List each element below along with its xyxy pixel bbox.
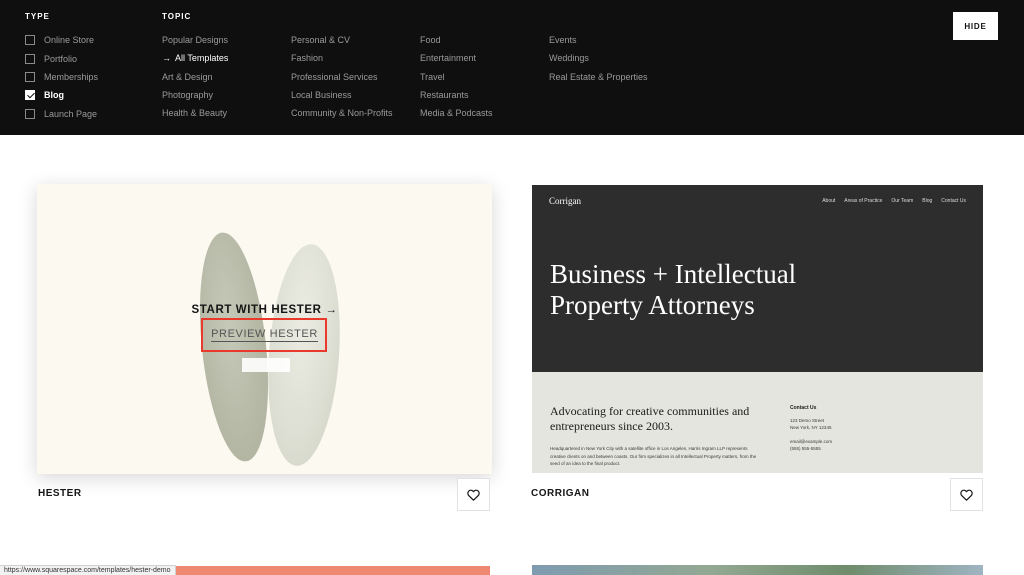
preview-hester-link[interactable]: PREVIEW HESTER	[37, 328, 492, 342]
heart-outline-icon	[467, 489, 480, 501]
type-filter-label: Memberships	[44, 71, 99, 82]
contact-title: Contact Us	[790, 405, 817, 411]
checkmark-icon[interactable]	[25, 90, 35, 101]
topic-heading: TOPIC	[162, 12, 192, 21]
hester-favorite-button[interactable]	[457, 478, 490, 511]
type-filter-online-store[interactable]: Online Store	[25, 31, 98, 49]
type-heading: TYPE	[25, 12, 50, 21]
type-filter-blog[interactable]: Blog	[25, 86, 98, 104]
topic-food[interactable]: Food	[420, 31, 493, 49]
topic-popular-designs[interactable]: Popular Designs	[162, 31, 228, 49]
topic-column-1: Popular Designs → All Templates Art & De…	[162, 31, 228, 122]
topic-travel[interactable]: Travel	[420, 68, 493, 86]
topic-label: All Templates	[175, 53, 229, 64]
type-filter-label: Online Store	[44, 35, 95, 46]
topic-restaurants[interactable]: Restaurants	[420, 86, 493, 104]
topic-events[interactable]: Events	[549, 31, 648, 49]
topic-real-estate-properties[interactable]: Real Estate & Properties	[549, 68, 648, 86]
checkbox[interactable]	[25, 53, 35, 64]
checkbox[interactable]	[25, 71, 35, 82]
arrow-right-icon: →	[162, 53, 171, 64]
topic-photography[interactable]: Photography	[162, 86, 228, 104]
topic-art-design[interactable]: Art & Design	[162, 68, 228, 86]
browser-status-bar: https://www.squarespace.com/templates/he…	[0, 565, 176, 575]
nav-item: Areas of Practice	[844, 198, 883, 204]
topic-personal-cv[interactable]: Personal & CV	[291, 31, 393, 49]
nav-item: Blog	[922, 198, 933, 204]
type-filter-portfolio[interactable]: Portfolio	[25, 49, 98, 67]
type-filter-label: Blog	[44, 90, 64, 101]
hester-template-thumbnail[interactable]: START WITH HESTER → PREVIEW HESTER	[37, 184, 492, 474]
checkbox[interactable]	[25, 35, 35, 46]
template-filter-bar: TYPE TOPIC Online Store Portfolio Member…	[0, 0, 1024, 135]
corrigan-nav: About Areas of Practice Our Team Blog Co…	[822, 198, 966, 204]
hide-filters-button[interactable]: HIDE	[953, 12, 998, 40]
topic-all-templates[interactable]: → All Templates	[162, 49, 228, 67]
corrigan-brand: Corrigan	[549, 196, 581, 206]
corrigan-template-thumbnail[interactable]: Corrigan About Areas of Practice Our Tea…	[532, 185, 983, 473]
hester-card-title[interactable]: HESTER	[38, 488, 82, 499]
corrigan-paragraph: Headquartered in New York City with a sa…	[550, 446, 757, 466]
type-filter-launch-page[interactable]: Launch Page	[25, 105, 98, 123]
type-filter-list: Online Store Portfolio Memberships Blog …	[25, 31, 98, 123]
nav-item: Contact Us	[941, 198, 966, 204]
topic-community-non-profits[interactable]: Community & Non-Profits	[291, 104, 393, 122]
next-template-thumbnail[interactable]	[532, 565, 983, 575]
corrigan-hero-section: Corrigan About Areas of Practice Our Tea…	[532, 185, 983, 372]
topic-fashion[interactable]: Fashion	[291, 49, 393, 67]
preview-hester-label: PREVIEW HESTER	[211, 328, 318, 342]
topic-professional-services[interactable]: Professional Services	[291, 68, 393, 86]
topic-column-2: Personal & CV Fashion Professional Servi…	[291, 31, 393, 122]
pickle-image	[261, 241, 347, 469]
type-filter-label: Portfolio	[44, 53, 78, 64]
nav-item: About	[822, 198, 836, 204]
contact-line: email@example.com	[790, 438, 833, 444]
corrigan-about-section: Advocating for creative communities and …	[532, 372, 983, 473]
type-filter-label: Launch Page	[44, 108, 98, 119]
topic-weddings[interactable]: Weddings	[549, 49, 648, 67]
topic-local-business[interactable]: Local Business	[291, 86, 393, 104]
topic-media-podcasts[interactable]: Media & Podcasts	[420, 104, 493, 122]
faded-preview-button	[242, 358, 290, 372]
corrigan-contact: Contact Us 123 Demo Street New York, NY …	[790, 405, 910, 453]
nav-item: Our Team	[891, 198, 914, 204]
topic-column-3: Food Entertainment Travel Restaurants Me…	[420, 31, 493, 122]
topic-health-beauty[interactable]: Health & Beauty	[162, 104, 228, 122]
corrigan-card-title[interactable]: CORRIGAN	[531, 488, 589, 499]
contact-line: 123 Demo Street	[790, 417, 825, 423]
corrigan-favorite-button[interactable]	[950, 478, 983, 511]
contact-line: New York, NY 12345	[790, 425, 832, 430]
topic-column-4: Events Weddings Real Estate & Properties	[549, 31, 648, 86]
corrigan-hero-heading: Business + Intellectual Property Attorne…	[550, 259, 797, 320]
corrigan-subheading: Advocating for creative communities and …	[550, 404, 750, 433]
heart-outline-icon	[960, 489, 973, 501]
checkbox[interactable]	[25, 108, 35, 119]
start-with-hester-link[interactable]: START WITH HESTER →	[37, 304, 492, 316]
topic-entertainment[interactable]: Entertainment	[420, 49, 493, 67]
type-filter-memberships[interactable]: Memberships	[25, 68, 98, 86]
contact-line: (555) 555-5555	[790, 446, 821, 451]
